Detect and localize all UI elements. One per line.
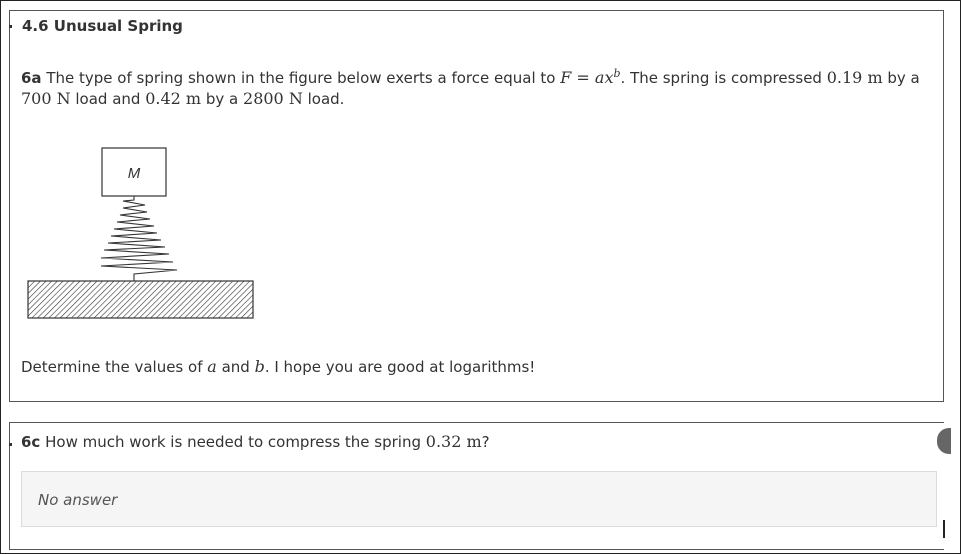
load-value-2: 2800 N (243, 89, 303, 108)
question-panel-6a: 4.6 Unusual Spring 6a The type of spring… (9, 10, 944, 402)
answer-placeholder: No answer (38, 491, 118, 509)
load-value-1: 700 N (21, 89, 71, 108)
question-6a-prompt: Determine the values of a and b. I hope … (21, 357, 536, 376)
bullet-marker (9, 25, 12, 28)
question-6c-text: 6c How much work is needed to compress t… (21, 432, 490, 451)
compression-value-2: 0.42 m (145, 89, 202, 108)
question-tag: 6a (21, 69, 42, 87)
variable-a: a (207, 357, 217, 376)
spring-figure: M (27, 147, 254, 319)
force-formula: F = ax (560, 68, 614, 87)
answer-field[interactable]: No answer (21, 471, 937, 527)
variable-b: b (254, 357, 265, 376)
compression-value-1: 0.19 m (826, 68, 883, 87)
compression-target: 0.32 m (425, 432, 482, 451)
mass-label: M (128, 165, 141, 182)
question-tag: 6c (21, 433, 41, 451)
formula-exponent: b (613, 67, 621, 80)
section-title: 4.6 Unusual Spring (22, 17, 183, 35)
ground-base (27, 280, 254, 319)
question-6a-line2: 700 N load and 0.42 m by a 2800 N load. (21, 89, 345, 108)
spring-coil (100, 196, 178, 281)
question-panel-6c: 6c How much work is needed to compress t… (9, 422, 944, 550)
bullet-marker (9, 443, 12, 446)
panel-edge (943, 520, 945, 538)
